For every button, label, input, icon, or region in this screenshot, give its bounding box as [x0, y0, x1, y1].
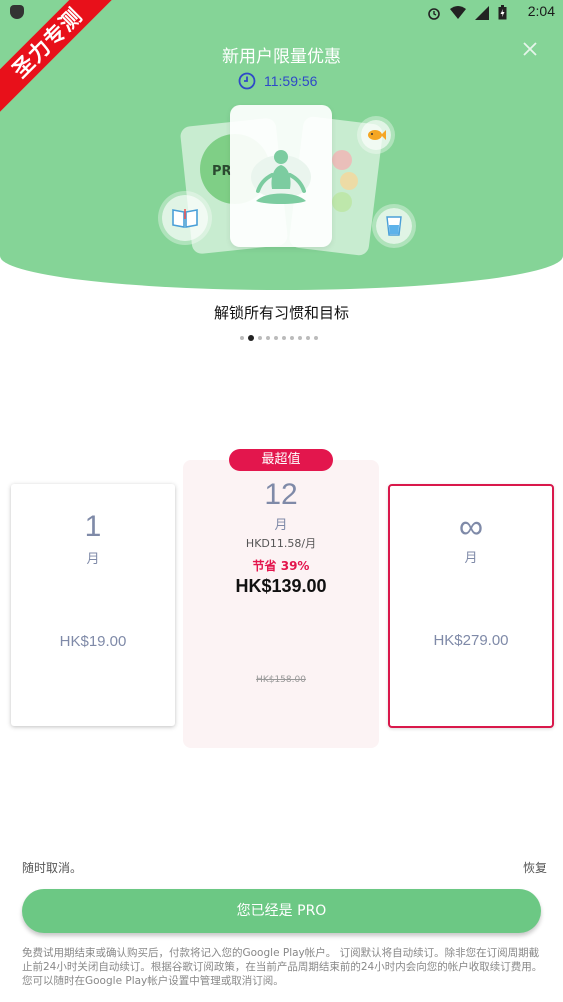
plan-price: HK$279.00 — [433, 632, 509, 649]
illustration-color-dots — [330, 150, 360, 220]
page-dot — [306, 336, 310, 340]
plan-duration-unit: 月 — [464, 551, 478, 566]
hero-title: 新用户限量优惠 — [222, 47, 341, 67]
page-dot — [290, 336, 294, 340]
plan-card-monthly[interactable]: 1 月 HK$19.00 — [11, 484, 175, 726]
page-dot — [258, 336, 262, 340]
plan-per-month: HKD11.58/月 — [245, 537, 317, 550]
illustration-card-label: PR — [212, 164, 232, 179]
page-dot — [314, 336, 318, 340]
clock-icon — [238, 72, 256, 90]
best-value-badge: 最超值 — [229, 449, 333, 471]
plan-price: HK$139.00 — [235, 576, 327, 596]
plan-card-lifetime[interactable]: ∞ 月 HK$279.00 — [388, 484, 554, 728]
cancel-anytime-text: 随时取消。 — [22, 861, 83, 875]
signal-icon — [475, 5, 489, 20]
plan-duration-number: 12 — [264, 478, 298, 511]
illustration-main-card — [230, 105, 332, 247]
feature-subtitle: 解锁所有习惯和目标 — [213, 304, 349, 322]
page-dot — [240, 336, 244, 340]
battery-icon — [498, 5, 507, 20]
plan-duration-unit: 月 — [274, 518, 288, 533]
alarm-icon — [428, 7, 440, 20]
wifi-icon — [450, 6, 466, 19]
page-dot — [298, 336, 302, 340]
page-dot-active — [248, 335, 254, 341]
page-dot — [282, 336, 286, 340]
page-dot — [274, 336, 278, 340]
book-bubble — [162, 195, 208, 241]
status-time: 2:04 — [527, 3, 555, 19]
page-indicator[interactable] — [240, 335, 318, 341]
page-dot — [266, 336, 270, 340]
plan-card-yearly[interactable]: 12 月 HKD11.58/月 节省 39% HK$139.00 HK$158.… — [183, 460, 379, 748]
plan-price: HK$19.00 — [59, 633, 127, 650]
fish-bubble — [361, 120, 391, 150]
plan-duration-number: ∞ — [458, 508, 484, 546]
plan-duration-unit: 月 — [86, 552, 100, 567]
water-bubble — [376, 208, 412, 244]
plan-original-price: HK$158.00 — [256, 675, 306, 685]
water-glass-icon — [386, 216, 402, 236]
close-icon — [523, 42, 537, 56]
yoga-icon — [251, 150, 311, 204]
plan-duration-number: 1 — [84, 510, 102, 543]
countdown-text: 11:59:56 — [264, 73, 318, 89]
notification-icon — [10, 5, 24, 19]
fish-icon — [368, 130, 386, 140]
legal-text: 免费试用期结束或确认购买后，付款将记入您的Google Play帐户。 订阅默认… — [22, 947, 543, 987]
countdown-timer: 11:59:56 — [238, 72, 317, 90]
book-icon — [172, 209, 198, 228]
subscribe-button[interactable]: 您已经是 PRO — [22, 889, 541, 933]
plan-savings: 节省 39% — [252, 559, 310, 573]
close-button[interactable] — [519, 38, 541, 60]
restore-link[interactable]: 恢复 — [523, 859, 547, 876]
